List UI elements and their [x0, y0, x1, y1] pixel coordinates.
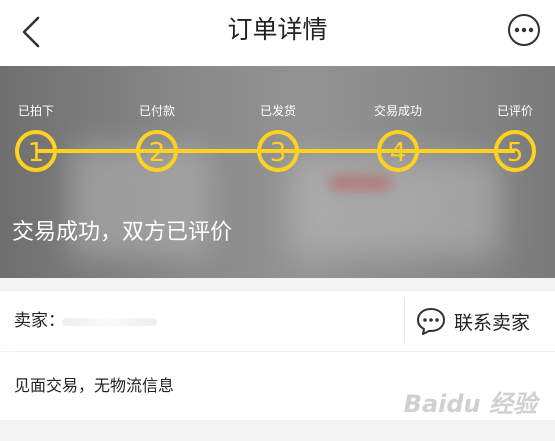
step-number: 1 [28, 138, 45, 168]
order-status-text: 交易成功，双方已评价 [12, 220, 233, 245]
progress-steps: 已拍下 已付款 已发货 交易成功 已评价 1 2 3 4 5 [0, 66, 555, 196]
contact-seller-button[interactable]: 联系卖家 [416, 291, 530, 351]
page-title: 订单详情 [227, 15, 328, 44]
header-bar: 订单详情 [0, 0, 555, 66]
delivery-info-text: 见面交易，无物流信息 [14, 376, 175, 395]
order-status-banner: 已拍下 已付款 已发货 交易成功 已评价 1 2 3 4 5 交易成功，双方已评… [0, 66, 555, 278]
contact-seller-label: 联系卖家 [454, 311, 531, 334]
more-button[interactable] [507, 13, 541, 47]
seller-name-redacted [62, 318, 157, 326]
step-number: 4 [390, 138, 407, 168]
seller-label: 卖家： [14, 311, 65, 331]
watermark: Baidu 经验 [403, 390, 537, 418]
seller-row: 卖家： 联系卖家 [0, 291, 555, 351]
step-number: 3 [270, 138, 287, 168]
step-number: 5 [507, 138, 524, 168]
step-number: 2 [149, 138, 166, 168]
divider [404, 299, 405, 343]
ellipsis-circle-icon [508, 14, 540, 46]
chat-bubble-icon [417, 308, 445, 335]
progress-track: 1 2 3 4 5 [15, 130, 536, 172]
